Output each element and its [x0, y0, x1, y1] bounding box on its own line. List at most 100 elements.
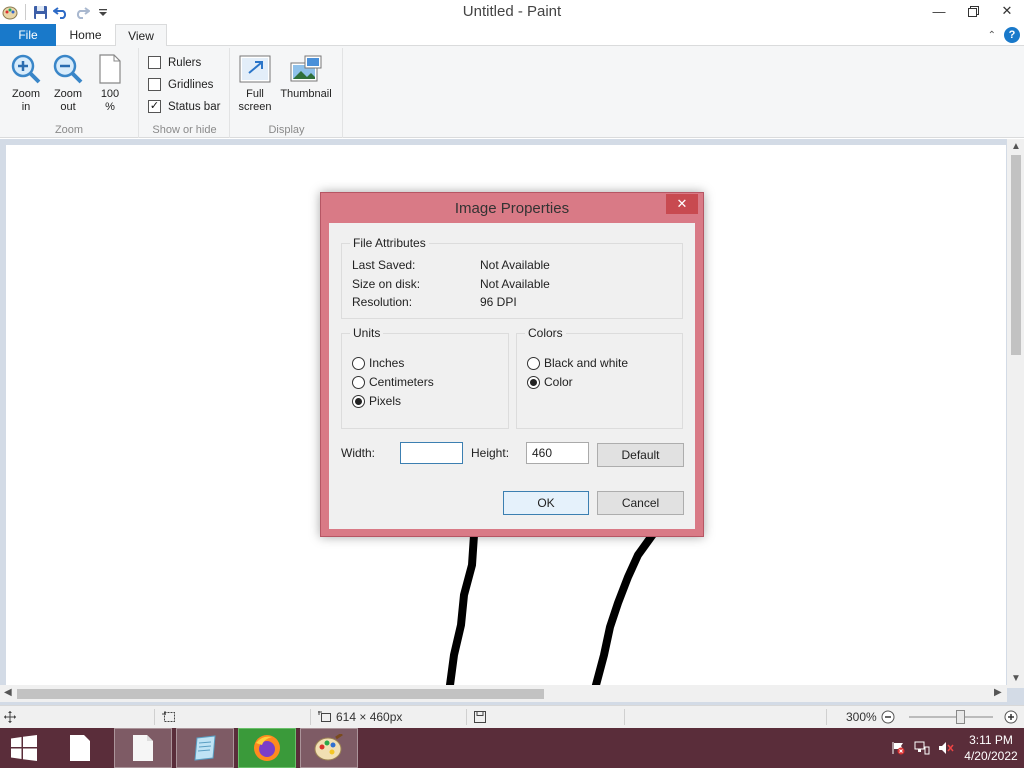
- default-button[interactable]: Default: [597, 443, 684, 467]
- zoom-out-button[interactable]: Zoom out: [48, 52, 88, 114]
- vertical-scroll-thumb[interactable]: [1011, 155, 1021, 355]
- tab-home[interactable]: Home: [57, 24, 114, 47]
- actual-size-label-1: 100: [100, 88, 120, 100]
- taskbar-paint[interactable]: [300, 728, 358, 768]
- scroll-left-icon[interactable]: ◀: [4, 687, 12, 698]
- volume-muted-icon[interactable]: [934, 741, 958, 755]
- ok-button[interactable]: OK: [503, 491, 589, 515]
- height-input[interactable]: [526, 442, 589, 464]
- units-group: Units Inches Centimeters Pixels: [341, 326, 509, 429]
- status-divider: [826, 709, 827, 725]
- full-screen-button[interactable]: Full screen: [235, 52, 275, 114]
- zoom-out-small-icon[interactable]: [881, 706, 895, 728]
- save-icon[interactable]: [30, 1, 50, 23]
- colors-legend: Colors: [525, 326, 566, 340]
- thumbnail-button[interactable]: Thumbnail: [277, 52, 335, 101]
- rulers-checkbox[interactable]: [148, 56, 161, 69]
- close-icon[interactable]: ✕: [990, 0, 1024, 22]
- full-screen-label-2: screen: [238, 101, 272, 113]
- status-divider: [310, 709, 311, 725]
- actual-size-label-2: %: [105, 101, 115, 113]
- cursor-position-icon: [4, 706, 16, 728]
- action-center-flag-icon[interactable]: [886, 741, 910, 755]
- help-icon[interactable]: ?: [1004, 27, 1020, 43]
- black-and-white-radio[interactable]: [527, 356, 540, 370]
- cancel-button[interactable]: Cancel: [597, 491, 684, 515]
- redo-icon[interactable]: [72, 1, 92, 23]
- start-button[interactable]: [0, 728, 48, 768]
- scroll-down-icon[interactable]: ▼: [1011, 673, 1021, 684]
- status-divider: [466, 709, 467, 725]
- ribbon-tabs: File Home View ⌃ ?: [0, 24, 1024, 47]
- resolution-label: Resolution:: [352, 295, 413, 309]
- gridlines-checkbox[interactable]: [148, 78, 161, 91]
- zoom-in-small-icon[interactable]: [1004, 706, 1018, 728]
- dialog-body: File Attributes Last Saved: Not Availabl…: [329, 223, 695, 529]
- customize-toolbar-icon[interactable]: [93, 1, 113, 23]
- vertical-scrollbar[interactable]: ▲ ▼: [1007, 139, 1024, 688]
- rulers-checkbox-row[interactable]: Rulers: [148, 56, 201, 69]
- size-on-disk-value: Not Available: [480, 277, 550, 291]
- taskbar-file-explorer[interactable]: [56, 728, 104, 768]
- tab-file[interactable]: File: [0, 24, 56, 47]
- units-centimeters-option[interactable]: Centimeters: [352, 375, 434, 389]
- gridlines-checkbox-row[interactable]: Gridlines: [148, 78, 213, 91]
- restore-icon[interactable]: [956, 0, 990, 22]
- clock[interactable]: 3:11 PM 4/20/2022: [958, 732, 1024, 764]
- status-divider: [154, 709, 155, 725]
- horizontal-scrollbar[interactable]: ◀ ▶: [0, 685, 1007, 702]
- notepad-icon: [194, 735, 216, 761]
- units-inches-option[interactable]: Inches: [352, 356, 404, 370]
- color-radio[interactable]: [527, 375, 540, 389]
- pixels-radio[interactable]: [352, 394, 365, 408]
- zoom-in-button[interactable]: Zoom in: [6, 52, 46, 114]
- clock-time: 3:11 PM: [969, 733, 1013, 747]
- actual-size-button[interactable]: 100 %: [90, 52, 130, 114]
- horizontal-scroll-thumb[interactable]: [17, 689, 544, 699]
- colors-group: Colors Black and white Color: [516, 326, 683, 429]
- last-saved-value: Not Available: [480, 258, 550, 272]
- clock-date: 4/20/2022: [964, 749, 1018, 763]
- file-attributes-group: File Attributes Last Saved: Not Availabl…: [341, 236, 683, 319]
- scroll-up-icon[interactable]: ▲: [1011, 141, 1021, 152]
- zoom-in-label-1: Zoom: [11, 88, 41, 100]
- status-bar-checkbox[interactable]: ✓: [148, 100, 161, 113]
- inches-radio[interactable]: [352, 356, 365, 370]
- zoom-in-icon: [9, 52, 43, 86]
- scroll-right-icon[interactable]: ▶: [994, 687, 1002, 698]
- document-icon: [70, 735, 90, 761]
- resolution-value: 96 DPI: [480, 295, 517, 309]
- image-size-icon: [318, 711, 331, 722]
- dialog-title: Image Properties: [454, 200, 570, 217]
- paint-app-icon[interactable]: [0, 1, 20, 23]
- collapse-ribbon-icon[interactable]: ⌃: [988, 30, 996, 41]
- gridlines-label: Gridlines: [168, 78, 214, 91]
- colors-bw-option[interactable]: Black and white: [527, 356, 628, 370]
- black-and-white-label: Black and white: [544, 356, 629, 370]
- taskbar-firefox[interactable]: [238, 728, 296, 768]
- window-controls: — ✕: [922, 0, 1024, 22]
- zoom-slider-handle[interactable]: [956, 710, 965, 724]
- centimeters-radio[interactable]: [352, 375, 365, 389]
- height-label: Height:: [471, 446, 510, 460]
- display-group-label: Display: [268, 124, 305, 136]
- undo-icon[interactable]: [51, 1, 71, 23]
- taskbar-notepad[interactable]: [176, 728, 234, 768]
- display-group: Full screen Thumbnail Display: [231, 48, 343, 138]
- minimize-icon[interactable]: —: [922, 0, 956, 22]
- tab-view[interactable]: View: [115, 24, 167, 47]
- zoom-slider-track[interactable]: [909, 716, 993, 718]
- taskbar-document[interactable]: [114, 728, 172, 768]
- colors-color-option[interactable]: Color: [527, 375, 573, 389]
- image-properties-dialog: Image Properties ✕ File Attributes Last …: [320, 192, 704, 537]
- network-icon[interactable]: [910, 741, 934, 755]
- units-pixels-option[interactable]: Pixels: [352, 394, 401, 408]
- full-screen-label-1: Full: [246, 88, 264, 100]
- zoom-out-label-1: Zoom: [53, 88, 83, 100]
- dialog-close-icon[interactable]: ✕: [666, 194, 698, 214]
- width-input[interactable]: [400, 442, 463, 464]
- status-bar-checkbox-row[interactable]: ✓ Status bar: [148, 100, 220, 113]
- show-hide-group-label: Show or hide: [152, 124, 217, 136]
- quick-access-toolbar: [0, 0, 114, 24]
- file-attributes-legend: File Attributes: [350, 236, 429, 250]
